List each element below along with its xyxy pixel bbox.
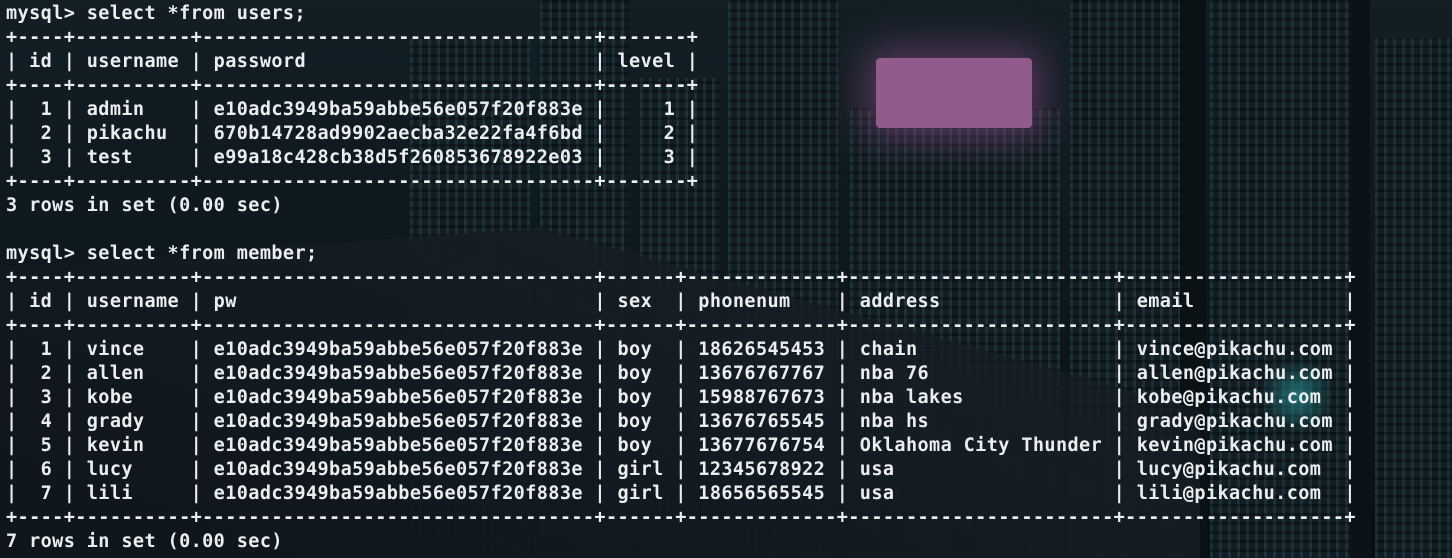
table-border: +----+----------+-----------------------… [6, 27, 699, 48]
table-border: +----+----------+-----------------------… [6, 75, 699, 96]
table-row: | 3 | kobe | e10adc3949ba59abbe56e057f20… [6, 387, 1356, 408]
table-header: | id | username | pw | sex | phonenum | … [6, 291, 1356, 312]
table-row: | 2 | pikachu | 670b14728ad9902aecba32e2… [6, 123, 699, 144]
terminal-output[interactable]: mysql> select *from users; +----+--------… [6, 2, 1356, 554]
table-row: | 1 | vince | e10adc3949ba59abbe56e057f2… [6, 339, 1356, 360]
table-border: +----+----------+-----------------------… [6, 267, 1356, 288]
table-row: | 3 | test | e99a18c428cb38d5f2608536789… [6, 147, 699, 168]
table-row: | 6 | lucy | e10adc3949ba59abbe56e057f20… [6, 459, 1356, 480]
result-summary: 3 rows in set (0.00 sec) [6, 195, 283, 216]
table-row: | 4 | grady | e10adc3949ba59abbe56e057f2… [6, 411, 1356, 432]
result-summary: 7 rows in set (0.00 sec) [6, 531, 283, 552]
command-line: mysql> select *from member; [6, 243, 318, 264]
command-line: mysql> select *from users; [6, 3, 306, 24]
table-row: | 2 | allen | e10adc3949ba59abbe56e057f2… [6, 363, 1356, 384]
table-border: +----+----------+-----------------------… [6, 171, 699, 192]
table-row: | 7 | lili | e10adc3949ba59abbe56e057f20… [6, 483, 1356, 504]
table-row: | 1 | admin | e10adc3949ba59abbe56e057f2… [6, 99, 699, 120]
table-header: | id | username | password | level | [6, 51, 699, 72]
table-border: +----+----------+-----------------------… [6, 315, 1356, 336]
table-row: | 5 | kevin | e10adc3949ba59abbe56e057f2… [6, 435, 1356, 456]
table-border: +----+----------+-----------------------… [6, 507, 1356, 528]
